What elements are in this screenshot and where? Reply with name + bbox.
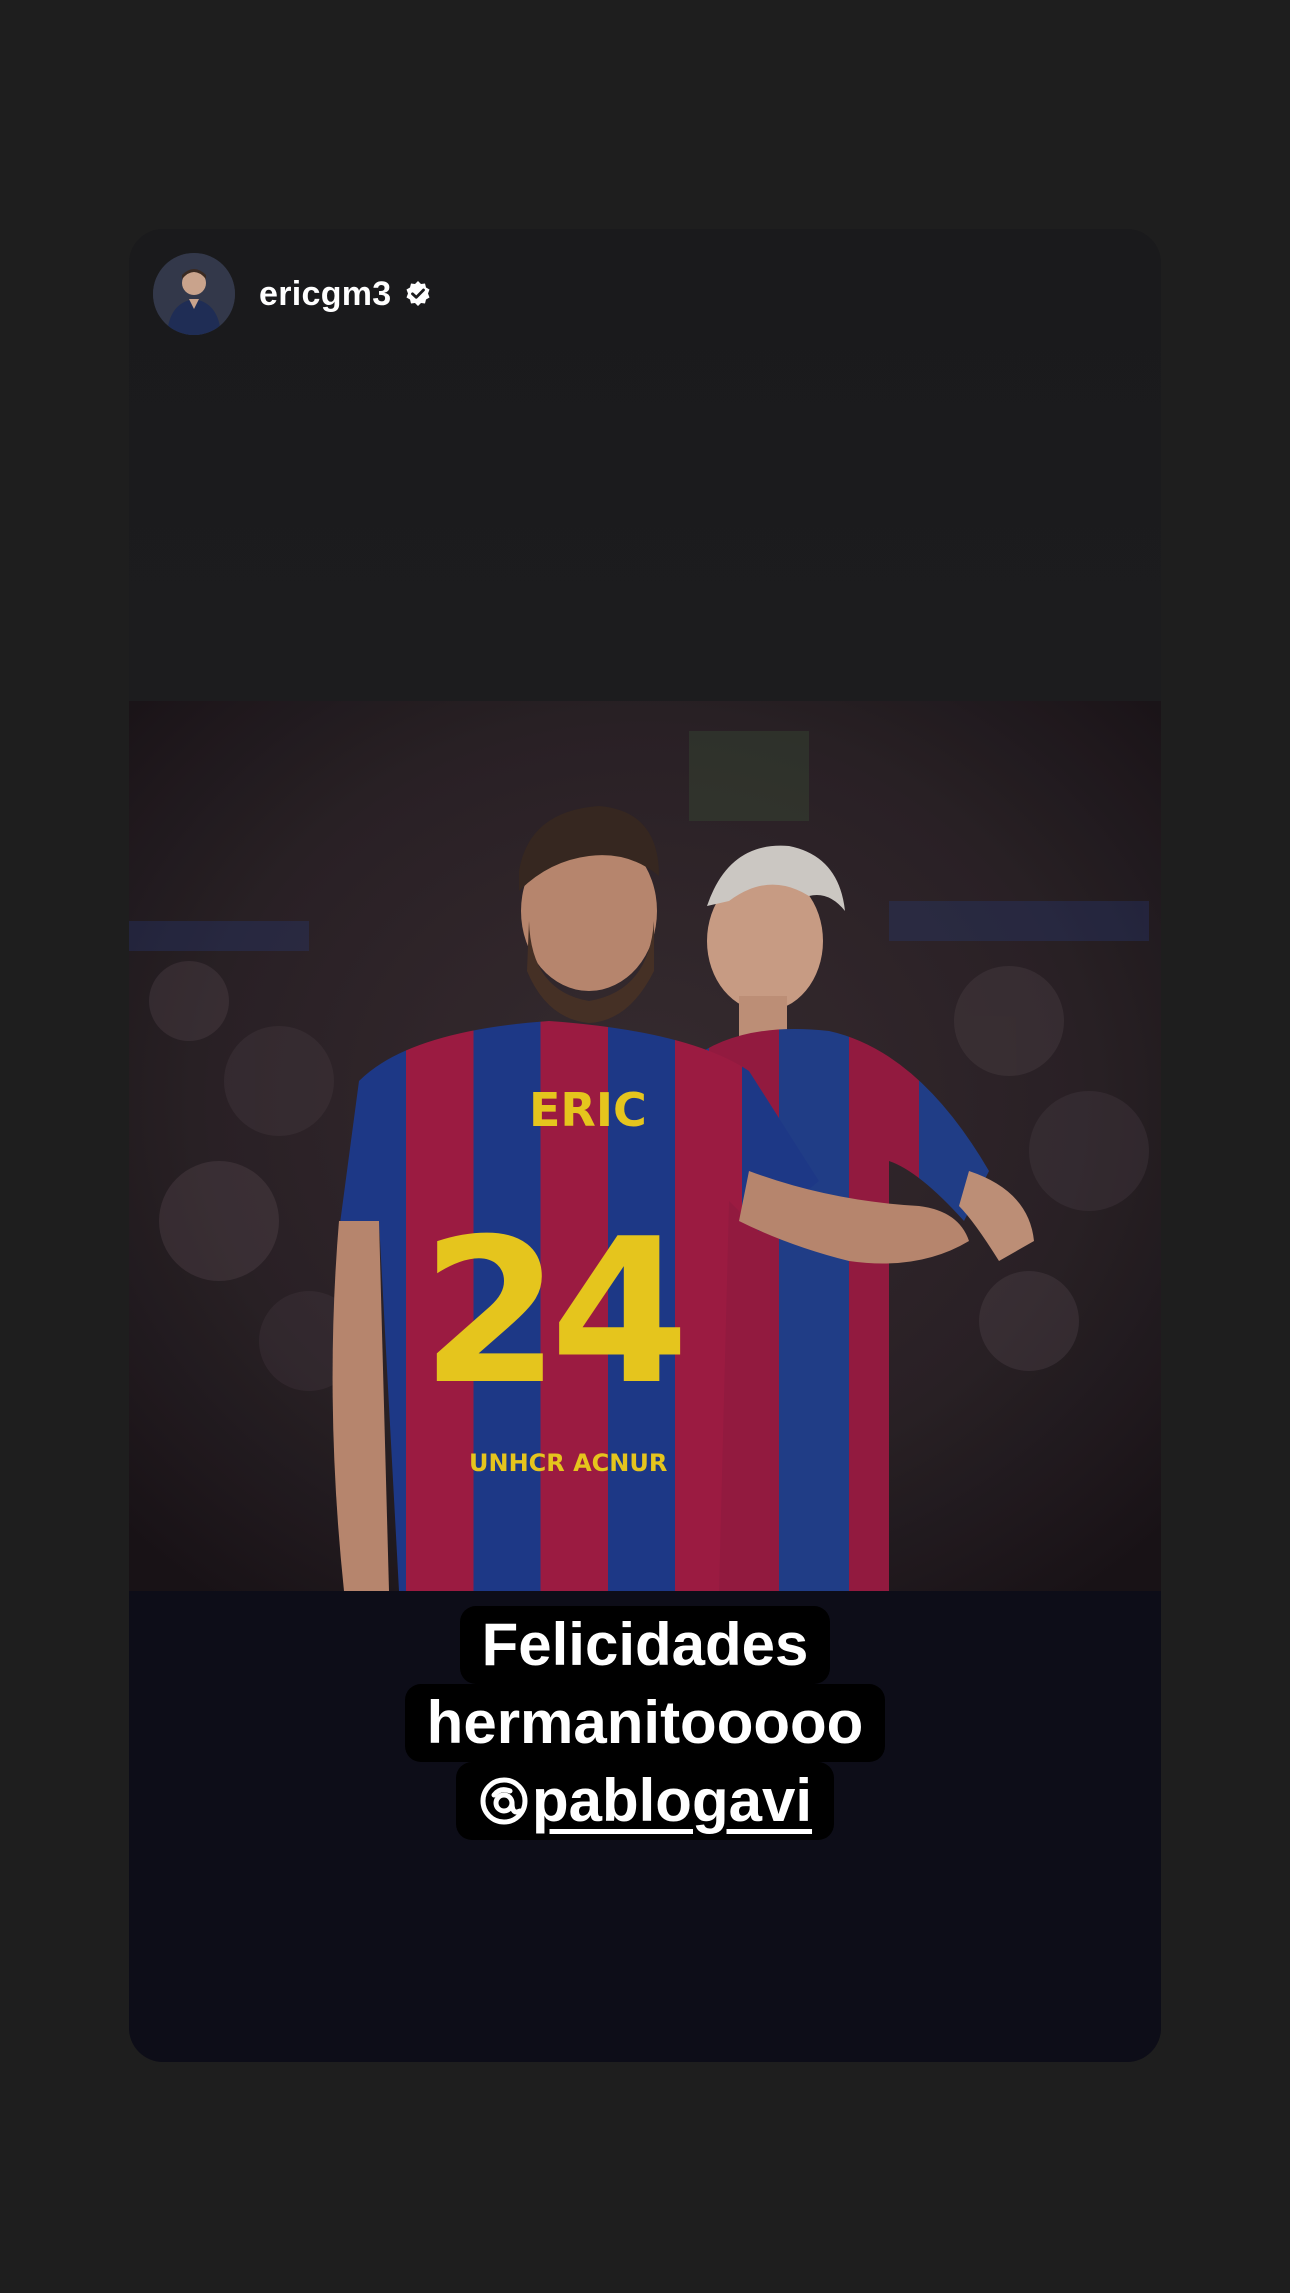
avatar[interactable] (153, 253, 235, 335)
avatar-photo-icon (153, 253, 235, 335)
threads-icon (480, 1777, 528, 1825)
mention-sticker[interactable]: pablogavi (455, 1762, 835, 1840)
caption-line-2: hermanitooooo (404, 1684, 886, 1762)
story-card[interactable]: ericgm3 ERIC 24 UNHCR ACNUR Felicidades … (129, 229, 1161, 2062)
verified-badge-icon (406, 281, 430, 306)
football-players-photo: ERIC 24 UNHCR ACNUR (129, 701, 1161, 1591)
story-header[interactable]: ericgm3 (153, 253, 432, 335)
story-viewer: ericgm3 ERIC 24 UNHCR ACNUR Felicidades … (0, 0, 1290, 2293)
username[interactable]: ericgm3 (259, 275, 392, 314)
caption-line-1: Felicidades (459, 1606, 831, 1684)
story-caption: Felicidades hermanitooooo pablogavi (129, 1606, 1161, 1840)
mention-handle[interactable]: pablogavi (532, 1767, 812, 1834)
story-photo: ERIC 24 UNHCR ACNUR (129, 701, 1161, 1591)
